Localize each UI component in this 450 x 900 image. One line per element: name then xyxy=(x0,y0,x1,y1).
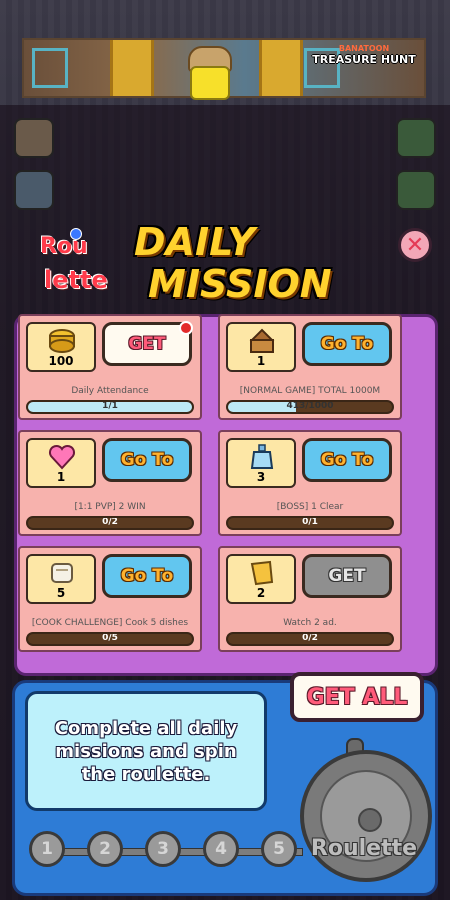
progress-text: 0/2 xyxy=(302,633,318,643)
scroll-icon xyxy=(48,560,76,586)
mission-reward: 1 xyxy=(26,438,96,488)
mission-description: [1:1 PVP] 2 WIN xyxy=(74,502,146,512)
mission-card: 3 Go To [BOSS] 1 Clear 0/1 xyxy=(218,430,402,536)
side-gear-icon xyxy=(396,118,436,158)
reward-count: 3 xyxy=(256,470,266,484)
treasure-hunt-banner[interactable]: BANATOON TREASURE HUNT xyxy=(22,38,426,100)
banner-title: TREASURE HUNT xyxy=(312,53,416,66)
treasure-hunt-logo: BANATOON TREASURE HUNT xyxy=(310,44,418,92)
mission-goto-button[interactable]: Go To xyxy=(102,438,192,482)
mission-reward: 1 xyxy=(226,322,296,372)
title-daily: DAILY xyxy=(134,220,255,264)
side-speaker-icon xyxy=(14,118,54,158)
progress-text: 0/2 xyxy=(102,517,118,527)
progress-text: 413/1000 xyxy=(286,401,334,411)
banner-mascot-icon xyxy=(174,40,244,100)
mission-description: [NORMAL GAME] TOTAL 1000M xyxy=(239,386,381,396)
mission-goto-button[interactable]: Go To xyxy=(302,322,392,366)
mission-reward: 5 xyxy=(26,554,96,604)
mission-progress-bar: 1/1 xyxy=(26,400,194,414)
step-5: 5 xyxy=(261,831,297,867)
mission-progress-bar: 0/2 xyxy=(226,632,394,646)
daily-mission-header: Rou lette DAILY MISSION xyxy=(30,218,420,310)
close-icon: ✕ xyxy=(405,232,425,258)
pink-heart-icon xyxy=(48,444,76,470)
mission-card: 100 GET Daily Attendance 1/1 xyxy=(18,314,202,420)
roulette-logo-bottom: lette xyxy=(44,266,108,294)
mission-progress-bar: 413/1000 xyxy=(226,400,394,414)
coin-stack-icon xyxy=(48,328,76,354)
roulette-logo: Rou lette xyxy=(34,228,122,302)
banner-tile xyxy=(32,48,68,88)
step-1: 1 xyxy=(29,831,65,867)
reward-count: 1 xyxy=(56,470,66,484)
mission-card: 1 Go To [1:1 PVP] 2 WIN 0/2 xyxy=(18,430,202,536)
progress-text: 0/1 xyxy=(302,517,318,527)
roulette-label: Roulette xyxy=(310,836,418,861)
wheel-hub-icon xyxy=(358,808,382,832)
title-mission: MISSION xyxy=(148,262,332,306)
roulette-message: Complete all daily missions and spin the… xyxy=(25,691,267,811)
mission-description: Daily Attendance xyxy=(71,386,149,396)
reward-count: 2 xyxy=(256,586,266,600)
reward-count: 5 xyxy=(56,586,66,600)
mission-card: 2 GET Watch 2 ad. 0/2 xyxy=(218,546,402,652)
mission-goto-button[interactable]: Go To xyxy=(102,554,192,598)
step-4: 4 xyxy=(203,831,239,867)
progress-text: 0/5 xyxy=(102,633,118,643)
reward-count: 1 xyxy=(256,354,266,368)
banner-pillar xyxy=(259,40,303,96)
mission-card: 5 Go To [COOK CHALLENGE] Cook 5 dishes 0/5 xyxy=(18,546,202,652)
step-2: 2 xyxy=(87,831,123,867)
progress-steps: 1 2 3 4 5 xyxy=(29,831,329,871)
mission-get-button[interactable]: GET xyxy=(102,321,193,366)
mission-reward: 3 xyxy=(226,438,296,488)
mission-goto-button[interactable]: Go To xyxy=(302,438,392,482)
mission-description: Watch 2 ad. xyxy=(283,618,337,628)
reward-count: 100 xyxy=(48,354,74,368)
roulette-wheel[interactable] xyxy=(300,750,432,882)
mission-reward: 100 xyxy=(26,322,96,372)
banner-brand: BANATOON xyxy=(338,44,390,53)
notification-dot-icon xyxy=(179,321,193,335)
mission-reward: 2 xyxy=(226,554,296,604)
mission-description: [COOK CHALLENGE] Cook 5 dishes xyxy=(31,618,189,628)
close-button[interactable]: ✕ xyxy=(398,228,432,262)
step-3: 3 xyxy=(145,831,181,867)
roulette-logo-top: Rou xyxy=(40,234,88,259)
gold-ticket-icon xyxy=(248,560,276,586)
side-friend-icon xyxy=(396,170,436,210)
mission-card: 1 Go To [NORMAL GAME] TOTAL 1000M 413/1000 xyxy=(218,314,402,420)
mission-progress-bar: 0/2 xyxy=(26,516,194,530)
treasure-chest-icon xyxy=(248,328,276,354)
mission-progress-bar: 0/5 xyxy=(26,632,194,646)
blue-potion-icon xyxy=(248,444,276,470)
progress-text: 1/1 xyxy=(102,401,118,411)
mission-description: [BOSS] 1 Clear xyxy=(276,502,344,512)
mission-progress-bar: 0/1 xyxy=(226,516,394,530)
mission-get-button: GET xyxy=(302,554,392,598)
get-all-button[interactable]: GET ALL xyxy=(290,672,424,722)
side-shield-icon xyxy=(14,170,54,210)
banner-pillar xyxy=(110,40,154,96)
